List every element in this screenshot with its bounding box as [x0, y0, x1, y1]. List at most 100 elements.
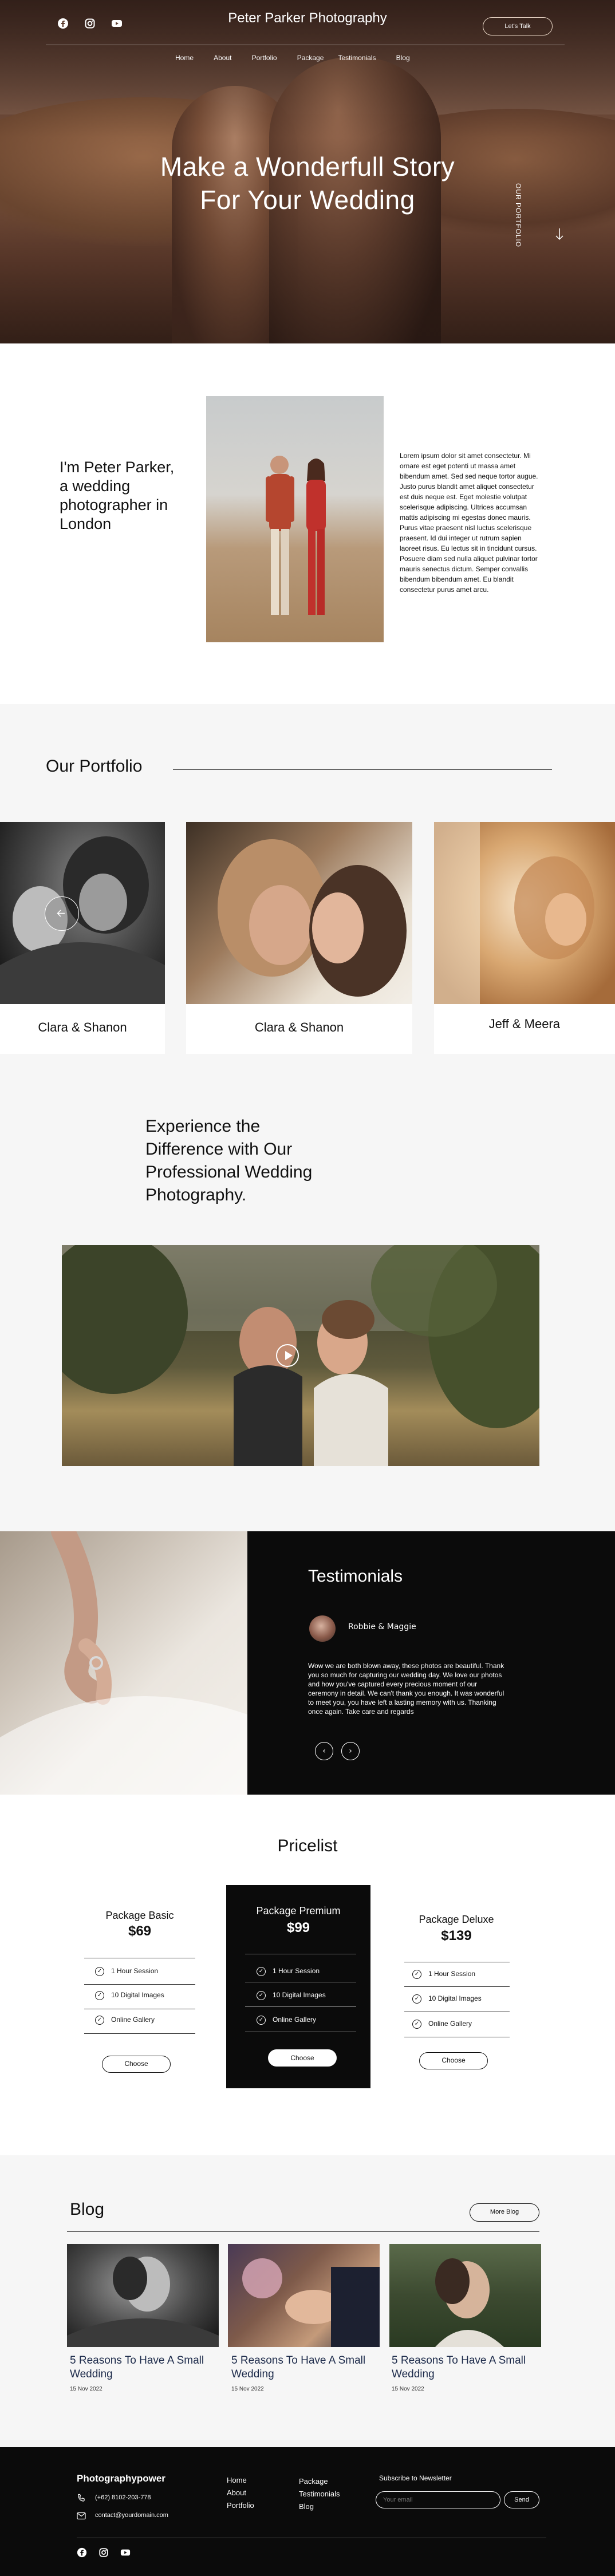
- nav-portfolio[interactable]: Portfolio: [252, 54, 277, 62]
- nav-about[interactable]: About: [214, 54, 231, 62]
- experience-video[interactable]: [62, 1245, 539, 1466]
- hero-heading: Make a Wonderfull Story For Your Wedding: [0, 150, 615, 216]
- blog-post-date: 15 Nov 2022: [392, 2386, 424, 2392]
- portfolio-card[interactable]: Clara & Shanon: [186, 822, 412, 1054]
- nav-blog[interactable]: Blog: [396, 54, 410, 62]
- choose-button[interactable]: Choose: [419, 2052, 488, 2069]
- feature-item: ✓ 10 Digital Images: [412, 1994, 482, 2004]
- footer-link-portfolio[interactable]: Portfolio: [227, 2501, 254, 2510]
- footer-brand: Photographypower: [77, 2473, 165, 2484]
- nav-testimonials[interactable]: Testimonials: [338, 54, 376, 62]
- blog-title: Blog: [70, 2200, 105, 2219]
- footer-phone[interactable]: (+62) 8102-203-778: [95, 2494, 151, 2501]
- testimonial-quote: Wow we are both blown away, these photos…: [308, 1661, 537, 1716]
- about-text-line: mauris senectus dictum. Semper convallis: [400, 565, 529, 573]
- feature-label: Online Gallery: [111, 2016, 155, 2024]
- about-text-line: laoreet risus. Eu lectus sit in tincidun…: [400, 544, 537, 552]
- our-portfolio-side-link[interactable]: OUR PORTFOLIO: [514, 183, 522, 263]
- phone-icon: [77, 2494, 86, 2505]
- divider: [84, 1984, 195, 1985]
- portfolio-card[interactable]: Jeff & Meera: [434, 822, 615, 1054]
- facebook-icon[interactable]: [77, 2547, 87, 2560]
- footer-link-about[interactable]: About: [227, 2488, 246, 2497]
- newsletter-email-input[interactable]: [376, 2491, 500, 2508]
- chevron-right-icon[interactable]: ›: [341, 1742, 360, 1760]
- footer-link-package[interactable]: Package: [299, 2477, 328, 2486]
- footer-link-blog[interactable]: Blog: [299, 2502, 314, 2511]
- about-paragraph: Lorem ipsum dolor sit amet consectetur. …: [400, 451, 560, 595]
- feature-item: ✓ 1 Hour Session: [257, 1967, 320, 1976]
- testimonial-author: Robbie & Maggie: [348, 1622, 416, 1631]
- package-price: $139: [441, 1928, 472, 1943]
- footer-link-home[interactable]: Home: [227, 2476, 247, 2484]
- blog-photo[interactable]: [67, 2244, 219, 2347]
- arrow-left-icon[interactable]: [45, 896, 79, 931]
- experience-heading-line: Professional Wedding: [145, 1163, 313, 1182]
- package-price: $99: [286, 1920, 310, 1935]
- testimonial-quote-line: Wow we are both blown away, these photos…: [308, 1662, 504, 1670]
- more-blog-button[interactable]: More Blog: [470, 2203, 539, 2222]
- divider: [245, 2006, 356, 2007]
- blog-post-title-line: Wedding: [231, 2368, 274, 2380]
- feature-item: ✓ 10 Digital Images: [257, 1991, 326, 2000]
- feature-label: 1 Hour Session: [273, 1967, 320, 1976]
- feature-item: ✓ Online Gallery: [412, 2020, 472, 2029]
- mail-icon: [77, 2511, 86, 2522]
- feature-label: 1 Hour Session: [111, 1967, 159, 1976]
- about-text-line: Posuere diam sed nulla aliquet pulvinar …: [400, 555, 538, 563]
- package-price: $69: [128, 1923, 152, 1939]
- nav-home[interactable]: Home: [175, 54, 194, 62]
- about-heading-line: a wedding: [60, 477, 131, 495]
- footer: [0, 2447, 615, 2576]
- about-text-line: bibendum amet. Sed sed neque tortor augu…: [400, 472, 538, 480]
- play-icon[interactable]: [276, 1344, 299, 1367]
- blog-post-title-line: 5 Reasons To Have A Small: [392, 2354, 526, 2366]
- footer-email[interactable]: contact@yourdomain.com: [95, 2512, 168, 2519]
- about-heading-line: London: [60, 515, 112, 532]
- youtube-icon[interactable]: [120, 2547, 131, 2560]
- about-heading-line: I'm Peter Parker,: [60, 459, 175, 476]
- feature-label: 10 Digital Images: [111, 1991, 164, 2000]
- about-heading-line: photographer in: [60, 496, 168, 513]
- blog-post-title[interactable]: 5 Reasons To Have A Small Wedding: [70, 2354, 222, 2381]
- blog-post-title-line: 5 Reasons To Have A Small: [70, 2354, 204, 2366]
- blog-post-date: 15 Nov 2022: [231, 2386, 264, 2392]
- send-button[interactable]: Send: [504, 2491, 539, 2508]
- blog-post-title[interactable]: 5 Reasons To Have A Small Wedding: [392, 2354, 543, 2381]
- choose-button[interactable]: Choose: [268, 2049, 337, 2067]
- testimonial-quote-line: to meet you, you have left a lasting mem…: [308, 1698, 496, 1706]
- nav-package[interactable]: Package: [297, 54, 324, 62]
- chevron-left-icon[interactable]: ‹: [315, 1742, 333, 1760]
- about-photo: [206, 396, 384, 642]
- choose-button[interactable]: Choose: [102, 2056, 171, 2073]
- check-icon: ✓: [257, 2016, 266, 2025]
- feature-item: ✓ 1 Hour Session: [412, 1970, 475, 1979]
- about-text-line: consectetur purus amet arcu.: [400, 586, 489, 594]
- blog-post-title-line: 5 Reasons To Have A Small: [231, 2354, 366, 2366]
- blog-post-title-line: Wedding: [70, 2368, 113, 2380]
- blog-photo[interactable]: [389, 2244, 541, 2347]
- blog-photo[interactable]: [228, 2244, 380, 2347]
- testimonial-quote-line: once again. Take care and regards: [308, 1708, 414, 1716]
- blog-post-title[interactable]: 5 Reasons To Have A Small Wedding: [231, 2354, 383, 2381]
- about-text-line: Justo purus blandit amet aliquet consect…: [400, 483, 534, 491]
- testimonial-photo: [0, 1531, 247, 1795]
- newsletter-title: Subscribe to Newsletter: [379, 2474, 452, 2482]
- portfolio-caption: Clara & Shanon: [254, 1020, 344, 1034]
- about-text-line: Purus vitae praesent nisl luctus sceleri…: [400, 524, 532, 532]
- blog-post-date: 15 Nov 2022: [70, 2386, 102, 2392]
- experience-heading-line: Experience the: [145, 1117, 261, 1136]
- avatar: [309, 1615, 336, 1642]
- testimonial-quote-line: and how you've captured every precious m…: [308, 1680, 478, 1688]
- lets-talk-button[interactable]: Let's Talk: [483, 17, 553, 35]
- portfolio-photo: [0, 822, 165, 1004]
- check-icon: ✓: [412, 1994, 421, 2004]
- portfolio-caption: Jeff & Meera: [488, 1017, 560, 1031]
- portfolio-photo: [186, 822, 412, 1004]
- instagram-icon[interactable]: [98, 2547, 109, 2560]
- portfolio-title: Our Portfolio: [46, 757, 143, 776]
- footer-link-testimonials[interactable]: Testimonials: [299, 2490, 340, 2498]
- package-name: Package Deluxe: [419, 1914, 494, 1925]
- portfolio-card[interactable]: Clara & Shanon: [0, 822, 165, 1054]
- arrow-down-icon[interactable]: [555, 228, 563, 243]
